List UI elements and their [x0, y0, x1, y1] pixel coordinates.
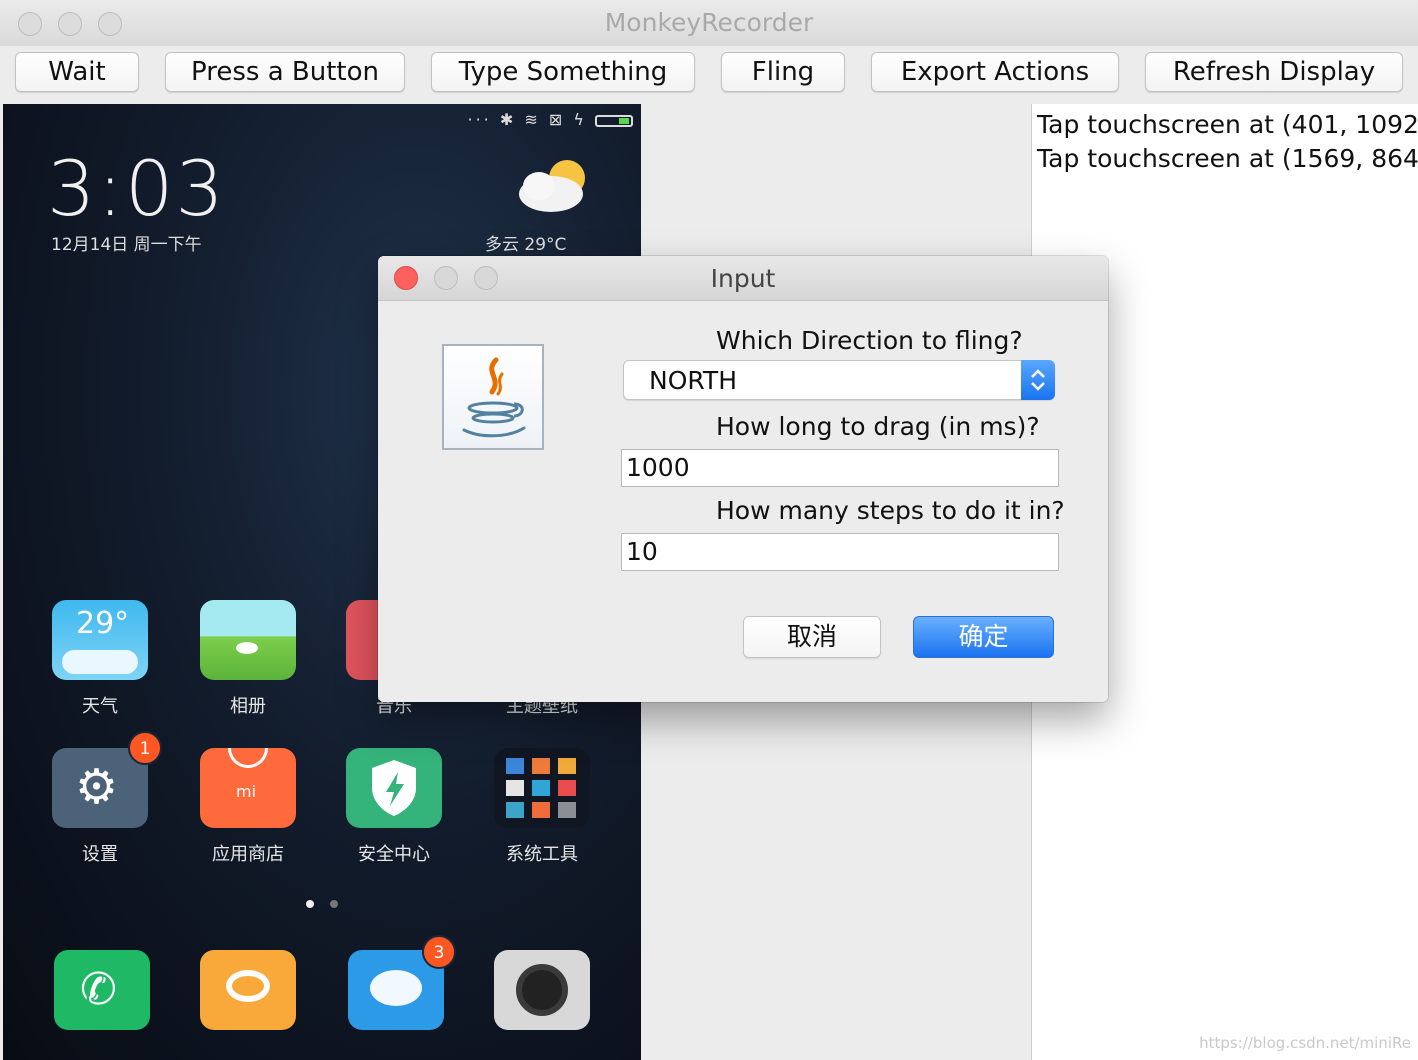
shield-icon: [372, 760, 416, 816]
window-titlebar: MonkeyRecorder: [0, 0, 1418, 47]
app-store-icon[interactable]: mi: [200, 748, 296, 828]
phone-clock: 3:03: [47, 144, 226, 233]
phone-app-icon[interactable]: ✆: [54, 950, 150, 1030]
fling-button[interactable]: Fling: [721, 52, 845, 92]
watermark: https://blog.csdn.net/miniRe: [1199, 1034, 1411, 1052]
camera-lens-icon: [516, 964, 568, 1016]
phone-date: 12月14日 周一下午: [51, 235, 202, 255]
camera-app-icon[interactable]: [494, 950, 590, 1030]
chat-bubble-icon: [370, 970, 422, 1006]
messages-app-icon[interactable]: [200, 950, 296, 1030]
ok-button[interactable]: 确定: [913, 616, 1054, 658]
steps-label: How many steps to do it in?: [716, 496, 1065, 525]
log-line: Tap touchscreen at (1569, 864): [1037, 144, 1418, 173]
gallery-app-icon[interactable]: [200, 600, 296, 680]
direction-label: Which Direction to fling?: [716, 326, 1023, 355]
app-label-security: 安全中心: [358, 844, 430, 865]
select-stepper[interactable]: [1021, 360, 1055, 400]
cancel-button[interactable]: 取消: [743, 616, 881, 658]
java-icon: [442, 344, 544, 450]
app-label-weather: 天气: [82, 696, 118, 717]
tools-folder-icon[interactable]: [494, 748, 590, 828]
settings-badge: 1: [128, 731, 162, 765]
window-title: MonkeyRecorder: [604, 8, 814, 37]
app-label-tools: 系统工具: [506, 844, 578, 865]
app-label-app-store: 应用商店: [212, 844, 284, 865]
wait-button[interactable]: Wait: [15, 52, 139, 92]
duration-field[interactable]: 1000: [621, 449, 1059, 487]
signal-icon: ···: [467, 110, 492, 129]
bluetooth-icon: ✱: [499, 110, 517, 129]
export-actions-button[interactable]: Export Actions: [871, 52, 1119, 92]
speech-bubble-icon: [226, 970, 270, 1002]
log-line: Tap touchscreen at (401, 1092): [1037, 110, 1418, 139]
chevron-up-down-icon: [1031, 369, 1045, 391]
wifi-icon: ≋: [524, 110, 541, 129]
security-app-icon[interactable]: [346, 748, 442, 828]
page-indicator-active: [306, 900, 314, 908]
app-label-settings: 设置: [82, 844, 118, 865]
dialog-title: Input: [710, 264, 776, 293]
type-something-button[interactable]: Type Something: [431, 52, 695, 92]
dialog-titlebar: Input: [378, 256, 1108, 301]
phone-status-bar: ··· ✱ ≋ ⊠ ϟ: [467, 110, 633, 129]
partly-cloudy-icon: [519, 160, 585, 212]
page-indicator-inactive: [330, 900, 338, 908]
app-store-mi-text: mi: [236, 782, 257, 801]
weather-app-icon[interactable]: 29°: [52, 600, 148, 680]
steps-field[interactable]: 10: [621, 533, 1059, 571]
weather-summary: 多云 29°C: [485, 235, 567, 255]
chat-badge: 3: [422, 935, 456, 969]
sim-icon: ⊠: [548, 110, 566, 129]
app-label-gallery: 相册: [230, 696, 266, 717]
gear-icon: ⚙: [75, 759, 119, 815]
input-dialog: Input Which Direction to fling? NORTH Ho…: [378, 256, 1108, 702]
battery-icon: [595, 114, 633, 127]
weather-app-temp: 29°: [76, 606, 130, 641]
charging-icon: ϟ: [573, 110, 587, 129]
direction-selected-value: NORTH: [649, 366, 738, 395]
refresh-display-button[interactable]: Refresh Display: [1145, 52, 1403, 92]
direction-select[interactable]: NORTH: [623, 360, 1055, 400]
toolbar: Wait Press a Button Type Something Fling…: [0, 46, 1418, 102]
duration-label: How long to drag (in ms)?: [716, 412, 1040, 441]
press-a-button-button[interactable]: Press a Button: [165, 52, 405, 92]
handset-icon: ✆: [80, 964, 117, 1015]
